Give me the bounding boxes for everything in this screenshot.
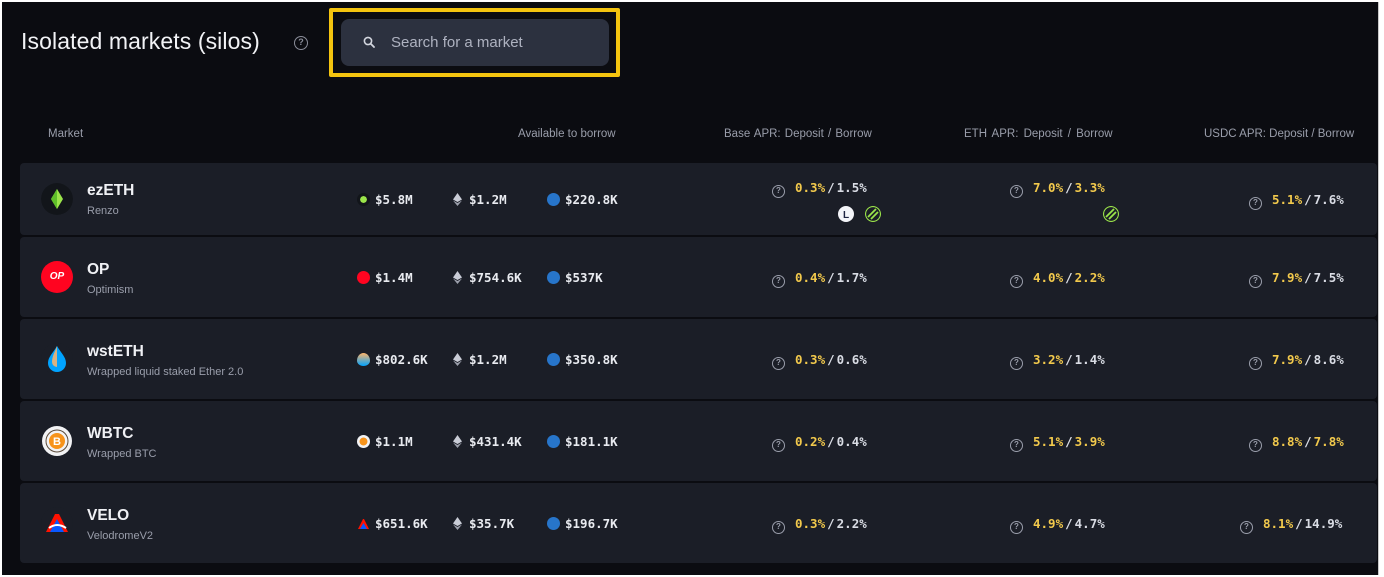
available-usdc: $220.8K (547, 192, 618, 207)
column-header-usdc-apr[interactable]: USDC APR: Deposit / Borrow (1204, 128, 1354, 140)
help-icon[interactable]: ? (1249, 275, 1262, 288)
market-name: ezETH (87, 182, 135, 199)
op-icon: OP (41, 261, 73, 293)
page-title: Isolated markets (silos) (21, 28, 260, 54)
base-apr: ? 0.3%/1.5% (772, 180, 867, 198)
eth-icon (453, 517, 462, 530)
help-icon[interactable]: ? (1010, 185, 1023, 198)
usdc-apr: ? 7.9%/7.5% (1249, 270, 1344, 288)
help-icon[interactable]: ? (772, 439, 785, 452)
available-eth: $35.7K (453, 516, 514, 531)
op-token-icon (357, 271, 370, 284)
velo-token-icon (358, 519, 369, 529)
usdc-apr: ? 7.9%/8.6% (1249, 352, 1344, 370)
table-row[interactable]: OP OP Optimism $1.4M $754.6K $537K ? 0.4%… (20, 237, 1377, 317)
available-usdc: $537K (547, 270, 603, 285)
ezeth-token-icon (357, 193, 370, 206)
usdc-apr: ? 8.8%/7.8% (1249, 434, 1344, 452)
search-icon (363, 36, 375, 48)
usdc-icon (547, 517, 560, 530)
help-icon[interactable]: ? (1010, 521, 1023, 534)
eth-icon (453, 271, 462, 284)
search-box[interactable] (341, 19, 609, 66)
column-header-base-apr[interactable]: Base APR: Deposit / Borrow (724, 128, 872, 140)
market-name: wstETH (87, 343, 144, 360)
column-header-eth-apr[interactable]: ETH APR: Deposit / Borrow (964, 128, 1113, 140)
available-eth: $1.2M (453, 352, 507, 367)
velo-icon (41, 507, 73, 539)
help-icon[interactable]: ? (1010, 275, 1023, 288)
eth-apr: ? 4.9%/4.7% (1010, 516, 1105, 534)
usdc-icon (547, 435, 560, 448)
help-icon[interactable]: ? (1010, 357, 1023, 370)
reward-badge-icon[interactable]: L (838, 206, 854, 222)
usdc-icon (547, 271, 560, 284)
stripes-badge-icon[interactable] (865, 206, 881, 222)
market-name: WBTC (87, 425, 134, 442)
available-token: $1.4M (357, 270, 413, 285)
help-icon[interactable]: ? (772, 185, 785, 198)
help-icon[interactable]: ? (294, 36, 308, 50)
usdc-icon (547, 193, 560, 206)
usdc-apr: ? 5.1%/7.6% (1249, 192, 1344, 210)
base-apr: ? 0.4%/1.7% (772, 270, 867, 288)
market-name: OP (87, 261, 110, 278)
ezeth-icon (41, 183, 73, 215)
help-icon[interactable]: ? (1249, 197, 1262, 210)
available-token: $651.6K (357, 516, 428, 531)
table-row[interactable]: wstETH Wrapped liquid staked Ether 2.0 $… (20, 319, 1377, 399)
available-eth: $754.6K (453, 270, 522, 285)
help-icon[interactable]: ? (1010, 439, 1023, 452)
svg-text:L: L (843, 210, 849, 221)
help-icon[interactable]: ? (772, 357, 785, 370)
base-apr: ? 0.2%/0.4% (772, 434, 867, 452)
base-apr: ? 0.3%/0.6% (772, 352, 867, 370)
eth-icon (453, 435, 462, 448)
svg-text:B: B (53, 436, 61, 448)
help-icon[interactable]: ? (772, 521, 785, 534)
available-usdc: $196.7K (547, 516, 618, 531)
market-subtitle: Wrapped BTC (87, 448, 157, 460)
available-usdc: $181.1K (547, 434, 618, 449)
table-row[interactable]: ezETH Renzo $5.8M $1.2M $220.8K ? 0.3%/1.… (20, 163, 1377, 235)
wsteth-icon (41, 343, 73, 375)
help-icon[interactable]: ? (1240, 521, 1253, 534)
wbtc-token-icon (357, 435, 370, 448)
eth-apr: ? 7.0%/3.3% (1010, 180, 1105, 198)
available-usdc: $350.8K (547, 352, 618, 367)
stripes-badge-icon[interactable] (1103, 206, 1119, 222)
help-icon[interactable]: ? (1249, 439, 1262, 452)
base-apr: ? 0.3%/2.2% (772, 516, 867, 534)
eth-icon (453, 353, 462, 366)
markets-table: ezETH Renzo $5.8M $1.2M $220.8K ? 0.3%/1.… (20, 163, 1377, 565)
market-subtitle: VelodromeV2 (87, 530, 154, 542)
eth-apr: ? 3.2%/1.4% (1010, 352, 1105, 370)
available-token: $5.8M (357, 192, 413, 207)
search-input[interactable] (391, 19, 601, 66)
help-icon[interactable]: ? (772, 275, 785, 288)
wsteth-token-icon (357, 353, 370, 366)
market-subtitle: Renzo (87, 205, 119, 217)
markets-page: Isolated markets (silos) ? Market Availa… (2, 2, 1379, 575)
usdc-icon (547, 353, 560, 366)
eth-icon (453, 193, 462, 206)
table-row[interactable]: B WBTC Wrapped BTC $1.1M $431.4K $181.1K… (20, 401, 1377, 481)
market-subtitle: Wrapped liquid staked Ether 2.0 (87, 366, 244, 378)
eth-apr: ? 4.0%/2.2% (1010, 270, 1105, 288)
wbtc-icon: B (42, 426, 72, 456)
eth-apr: ? 5.1%/3.9% (1010, 434, 1105, 452)
market-name: VELO (87, 507, 130, 524)
market-subtitle: Optimism (87, 284, 134, 296)
column-header-available[interactable]: Available to borrow (518, 128, 616, 140)
available-token: $1.1M (357, 434, 413, 449)
available-token: $802.6K (357, 352, 428, 367)
help-icon[interactable]: ? (1249, 357, 1262, 370)
available-eth: $1.2M (453, 192, 507, 207)
available-eth: $431.4K (453, 434, 522, 449)
usdc-apr: ? 8.1%/14.9% (1240, 516, 1342, 534)
column-header-market[interactable]: Market (48, 128, 83, 140)
table-row[interactable]: VELO VelodromeV2 $651.6K $35.7K $196.7K … (20, 483, 1377, 563)
